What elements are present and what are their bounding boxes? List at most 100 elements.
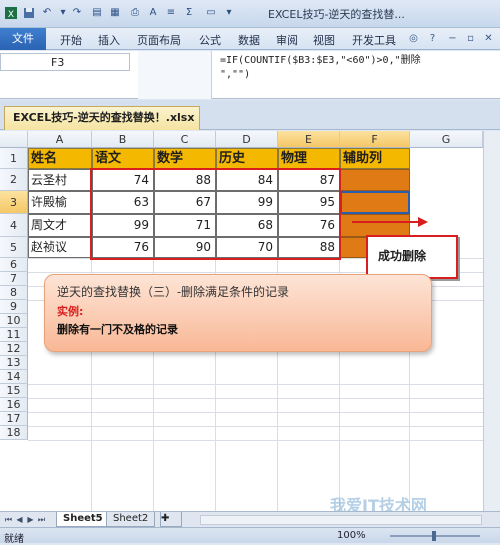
sum-icon[interactable]: Σ	[182, 6, 196, 20]
data-highlight-box	[90, 168, 341, 260]
function-area	[138, 51, 212, 99]
next-sheet-icon[interactable]: ▶	[26, 514, 35, 526]
formula-bar: F3 =IF(COUNTIF($B3:$E3,"<60")>0,"删除 ",""…	[0, 51, 500, 99]
column-header-d[interactable]: D	[216, 131, 278, 148]
row-header-4[interactable]: 4	[0, 214, 28, 237]
formula-input[interactable]: =IF(COUNTIF($B3:$E3,"<60")>0,"删除 ","")	[220, 54, 490, 82]
row-header-14[interactable]: 14	[0, 370, 28, 384]
header-cell-helper[interactable]: 辅助列	[340, 148, 410, 169]
undo-icon[interactable]: ↶	[40, 6, 54, 20]
minimize-icon[interactable]: −	[446, 32, 459, 45]
first-sheet-icon[interactable]: ⏮	[4, 514, 13, 526]
note-box: 逆天的查找替换（三）-删除满足条件的记录 实例: 删除有一门不及格的记录	[44, 274, 432, 352]
header-cell-history[interactable]: 历史	[216, 148, 278, 169]
undo-dropdown-icon[interactable]: ▾	[56, 6, 70, 20]
row-header-3[interactable]: 3	[0, 191, 28, 214]
header-cell-math[interactable]: 数学	[154, 148, 216, 169]
name-cell[interactable]: 周文才	[28, 214, 92, 237]
name-cell[interactable]: 云圣村	[28, 169, 92, 191]
print-preview-icon[interactable]: ▤	[90, 6, 104, 20]
column-header-b[interactable]: B	[92, 131, 154, 148]
row-header-13[interactable]: 13	[0, 356, 28, 370]
table-icon[interactable]: ▦	[108, 6, 122, 20]
row-header-8[interactable]: 8	[0, 286, 28, 300]
sheet-tab-bar: ⏮ ◀ ▶ ⏭ Sheet5 Sheet2 ✚	[0, 511, 500, 527]
note-subtitle: 实例:	[57, 305, 84, 318]
row-header-5[interactable]: 5	[0, 237, 28, 258]
tab-view[interactable]: 视图	[313, 32, 335, 48]
vertical-scrollbar[interactable]	[483, 131, 500, 511]
prev-sheet-icon[interactable]: ◀	[15, 514, 24, 526]
row-header-16[interactable]: 16	[0, 398, 28, 412]
active-helper-cell[interactable]	[340, 191, 410, 214]
column-header-g[interactable]: G	[410, 131, 483, 148]
tab-page-layout[interactable]: 页面布局	[137, 32, 181, 48]
horizontal-scrollbar[interactable]	[200, 515, 482, 525]
tab-formulas[interactable]: 公式	[199, 32, 221, 48]
row-header-9[interactable]: 9	[0, 300, 28, 314]
last-sheet-icon[interactable]: ⏭	[37, 514, 46, 526]
row-header-18[interactable]: 18	[0, 426, 28, 440]
sheet-tab-sheet2[interactable]: Sheet2	[106, 512, 156, 527]
sheet-tab-sheet5[interactable]: Sheet5	[56, 512, 110, 527]
workbook-tab[interactable]: EXCEL技巧-逆天的查找替换！.xlsx	[4, 106, 200, 130]
name-box-value: F3	[51, 56, 65, 69]
helper-cell[interactable]	[340, 214, 410, 237]
row-header-7[interactable]: 7	[0, 272, 28, 286]
row-header-12[interactable]: 12	[0, 342, 28, 356]
sort-icon[interactable]: ≡	[164, 6, 178, 20]
gridline	[28, 440, 483, 441]
arrow-head-icon	[418, 217, 428, 227]
name-box[interactable]: F3	[0, 53, 130, 71]
close-icon[interactable]: ✕	[482, 32, 495, 45]
customize-qat-icon[interactable]: ▾	[222, 6, 236, 20]
zoom-slider-thumb[interactable]	[432, 531, 436, 541]
gridline	[28, 412, 483, 413]
column-header-c[interactable]: C	[154, 131, 216, 148]
help-circle-icon[interactable]: ◎	[407, 32, 420, 45]
row-header-15[interactable]: 15	[0, 384, 28, 398]
name-cell[interactable]: 赵祯议	[28, 237, 92, 258]
column-header-f[interactable]: F	[340, 131, 410, 148]
tab-developer[interactable]: 开发工具	[352, 32, 396, 48]
save-icon[interactable]	[22, 6, 36, 20]
column-header-e[interactable]: E	[278, 131, 340, 148]
header-cell-chinese[interactable]: 语文	[92, 148, 154, 169]
tab-file[interactable]: 文件	[0, 28, 46, 50]
select-all-corner[interactable]	[0, 131, 28, 148]
header-cell-physics[interactable]: 物理	[278, 148, 340, 169]
note-line: 删除有一门不及格的记录	[57, 323, 178, 336]
success-callout: 成功删除	[366, 235, 458, 279]
gridline	[28, 384, 483, 385]
row-header-10[interactable]: 10	[0, 314, 28, 328]
svg-text:X: X	[8, 10, 14, 20]
tab-home[interactable]: 开始	[60, 32, 82, 48]
ribbon-tabs: 文件 开始 插入 页面布局 公式 数据 审阅 视图 开发工具 ◎ ? − ▫ ✕	[0, 28, 500, 50]
row-header-17[interactable]: 17	[0, 412, 28, 426]
row-header-1[interactable]: 1	[0, 148, 28, 169]
insert-sheet-icon[interactable]: ✚	[160, 512, 182, 527]
restore-icon[interactable]: ▫	[464, 32, 477, 45]
spreadsheet-grid[interactable]: A B C D E F G 1 2 3 4 5 6 7 8 9 10 11 12…	[0, 131, 500, 511]
printer-icon[interactable]: ⎙	[128, 6, 142, 20]
window-title: EXCEL技巧-逆天的查找替...	[268, 8, 405, 21]
helper-cell[interactable]	[340, 169, 410, 191]
title-bar: X ↶ ▾ ↷ ▤ ▦ ⎙ A ≡ Σ ▭ ▾ EXCEL技巧-逆天的查找替..…	[0, 0, 500, 28]
row-header-6[interactable]: 6	[0, 258, 28, 272]
column-header-a[interactable]: A	[28, 131, 92, 148]
header-cell-name[interactable]: 姓名	[28, 148, 92, 169]
row-header-2[interactable]: 2	[0, 169, 28, 191]
workbook-tab-bar: EXCEL技巧-逆天的查找替换！.xlsx	[0, 100, 500, 130]
name-cell[interactable]: 许殿榆	[28, 191, 92, 214]
question-icon[interactable]: ?	[426, 32, 439, 45]
callout-text: 成功删除	[378, 249, 427, 263]
redo-icon[interactable]: ↷	[70, 6, 84, 20]
tab-data[interactable]: 数据	[238, 32, 260, 48]
zoom-level[interactable]: 100%	[337, 530, 366, 541]
font-icon[interactable]: A	[146, 6, 160, 20]
tab-review[interactable]: 审阅	[276, 32, 298, 48]
status-bar: 就绪 100%	[0, 527, 500, 545]
format-icon[interactable]: ▭	[204, 6, 218, 20]
tab-insert[interactable]: 插入	[98, 32, 120, 48]
row-header-11[interactable]: 11	[0, 328, 28, 342]
